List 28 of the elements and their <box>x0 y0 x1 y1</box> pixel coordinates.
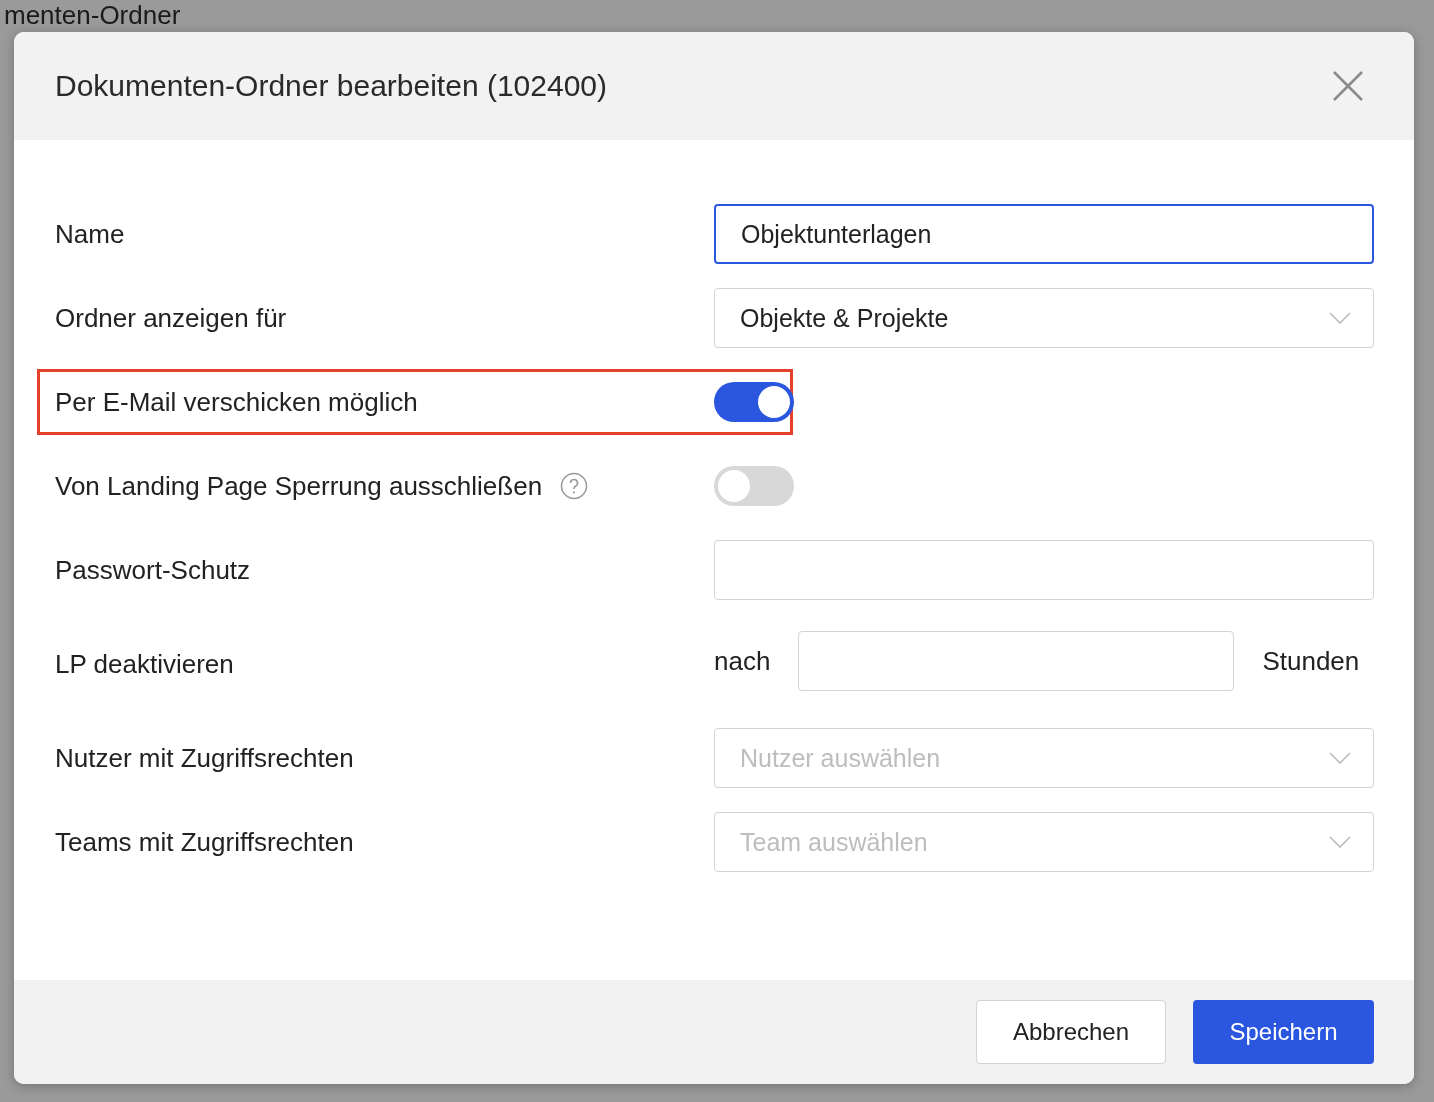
text-field[interactable]: Objektunterlagen <box>714 204 1374 264</box>
dropdown-field[interactable]: Objekte & Projekte <box>714 288 1374 348</box>
save-button[interactable]: Speichern <box>1193 1000 1374 1064</box>
dropdown-placeholder: Team auswählen <box>740 827 928 857</box>
dropdown-placeholder: Nutzer auswählen <box>740 743 941 773</box>
text-field[interactable] <box>714 540 1374 600</box>
chevron-down-icon <box>1329 836 1351 848</box>
field-label: Von Landing Page Sperrung ausschließen <box>55 470 543 502</box>
field-label: Teams mit Zugriffsrechten <box>55 826 354 858</box>
chevron-down-icon <box>1329 752 1351 764</box>
close-icon <box>1332 70 1364 102</box>
prefix-label: nach <box>714 645 771 677</box>
dropdown-value: Objekte & Projekte <box>740 303 949 333</box>
help-icon[interactable] <box>560 472 589 500</box>
field-label: LP deaktivieren <box>55 648 234 680</box>
field-label: Per E-Mail verschicken möglich <box>55 386 418 418</box>
field-label: Passwort-Schutz <box>55 554 251 586</box>
dialog-title: Dokumenten-Ordner bearbeiten (102400) <box>55 69 607 103</box>
suffix-label: Stunden <box>1262 645 1360 677</box>
cancel-button[interactable]: Abbrechen <box>976 1000 1166 1064</box>
toggle-switch[interactable] <box>714 382 794 422</box>
page-title: menten-Ordner <box>3 0 181 30</box>
toggle-switch[interactable] <box>714 466 794 506</box>
hours-field[interactable] <box>798 631 1235 691</box>
field-label: Name <box>55 218 125 250</box>
field-label: Nutzer mit Zugriffsrechten <box>55 742 354 774</box>
field-label: Ordner anzeigen für <box>55 302 287 334</box>
chevron-down-icon <box>1329 312 1351 324</box>
